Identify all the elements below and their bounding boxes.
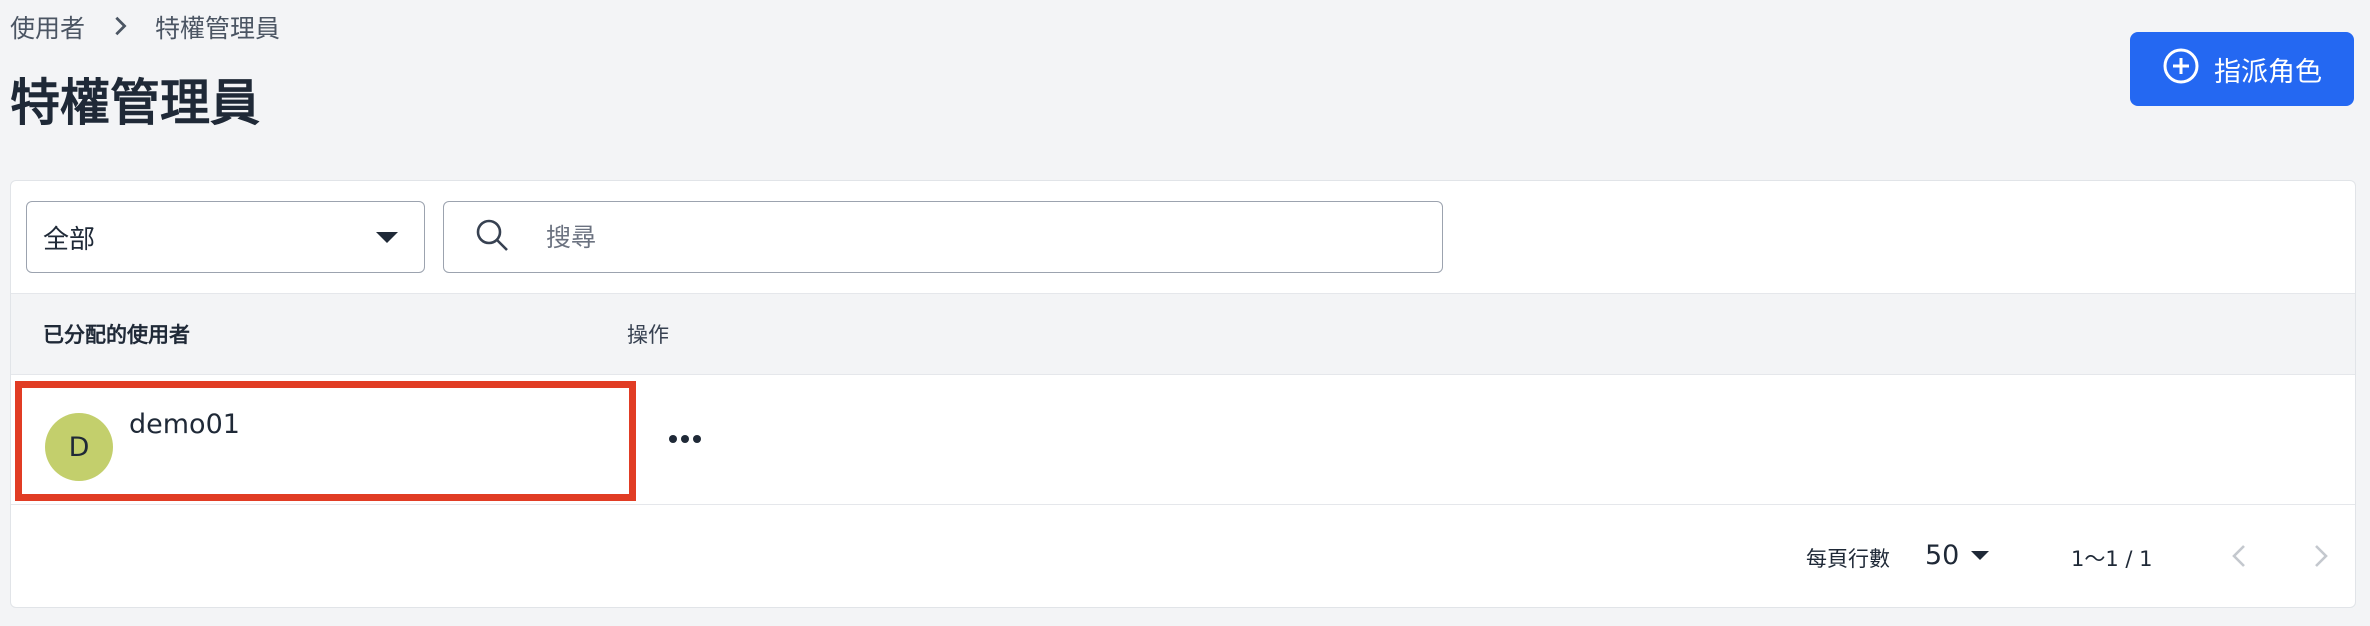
more-horizontal-icon: [669, 435, 701, 443]
user-cell-highlighted[interactable]: D demo01: [15, 381, 636, 501]
breadcrumb-current: 特權管理員: [155, 14, 281, 43]
more-actions-button[interactable]: [655, 419, 715, 459]
rows-per-page-label: 每頁行數: [1806, 547, 1890, 571]
next-page-button[interactable]: [2305, 541, 2335, 571]
users-card: 全部 已分配的使用者 操作 D demo01 每頁行數 50 1〜1 / 1: [10, 180, 2356, 608]
pagination-footer: 每頁行數 50 1〜1 / 1: [11, 505, 2355, 607]
breadcrumb: 使用者 特權管理員: [10, 12, 280, 46]
table-row: D demo01: [11, 375, 2355, 505]
avatar: D: [45, 413, 113, 481]
column-header-assigned-users: 已分配的使用者: [43, 323, 190, 347]
search-box[interactable]: [443, 201, 1443, 273]
assign-role-button[interactable]: 指派角色: [2130, 32, 2354, 106]
page-title: 特權管理員: [10, 74, 260, 132]
previous-page-button[interactable]: [2225, 541, 2255, 571]
breadcrumb-parent-link[interactable]: 使用者: [10, 12, 85, 46]
username[interactable]: demo01: [129, 409, 240, 440]
rows-per-page-select[interactable]: 50: [1925, 535, 1990, 575]
chevron-right-icon: [2305, 545, 2335, 576]
caret-down-icon: [376, 231, 398, 243]
chevron-left-icon: [2225, 545, 2255, 576]
search-input[interactable]: [546, 222, 1346, 252]
page-range: 1〜1 / 1: [2071, 547, 2153, 571]
column-header-actions: 操作: [627, 323, 669, 347]
plus-circle-icon: [2162, 47, 2200, 92]
assign-role-label: 指派角色: [2214, 56, 2322, 88]
chevron-right-icon: [109, 12, 131, 46]
filter-selected-value: 全部: [43, 224, 96, 255]
caret-down-icon: [1971, 550, 1990, 560]
table-header: 已分配的使用者 操作: [11, 293, 2355, 375]
search-icon: [474, 217, 510, 257]
filter-select[interactable]: 全部: [26, 201, 425, 273]
rows-per-page-value: 50: [1925, 539, 1960, 571]
